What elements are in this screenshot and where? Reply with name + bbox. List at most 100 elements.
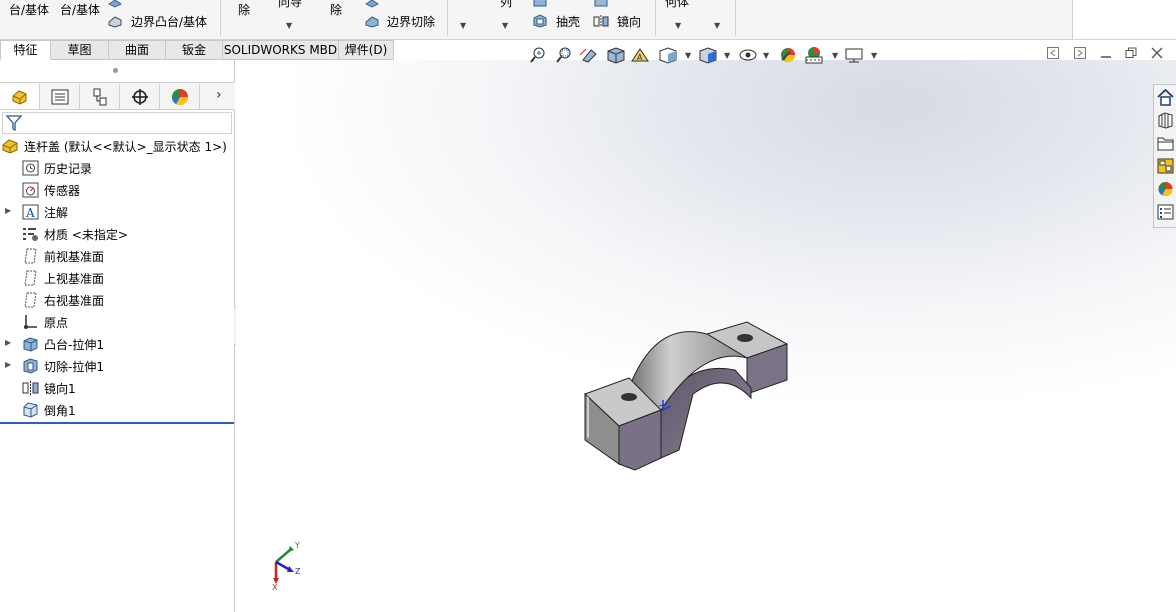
mirror-button[interactable]: 镜向 [617,15,641,29]
previous-view-icon[interactable] [579,48,597,63]
wrap-icon[interactable] [593,0,609,8]
display-manager-icon [171,88,188,105]
material-icon [23,228,38,241]
part-name-label: 连杆盖 (默认<<默认>_显示状态 1>) [24,139,227,154]
tab-mbd[interactable]: SOLIDWORKS MBD [223,40,339,60]
ribbon-label-revolve-cut[interactable]: 除 [330,3,342,17]
tree-item-right-plane[interactable]: 右视基准面 [22,290,104,310]
tree-item-boss-extrude1[interactable]: 凸台-拉伸1 [22,334,104,354]
annotation-icon: A [22,204,39,220]
chamfer-icon [23,402,38,418]
command-manager-ribbon: 台/基体 台/基体 边界凸台/基体 除 向导 ▼ 除 边界切除 ▼ 列 ▼ 抽壳… [0,0,1176,40]
tree-item-history[interactable]: 历史记录 [22,158,92,178]
tab-property-manager[interactable] [40,84,80,109]
mirror-icon [22,381,39,395]
tree-item-annotations[interactable]: A 注解 [22,202,68,222]
tab-sketch[interactable]: 草图 [51,40,109,60]
filter-icon [5,115,23,132]
minimize-icon[interactable] [1100,47,1112,59]
ribbon-label-boss-base[interactable]: 台/基体 [9,3,49,17]
dimxpert-icon [131,88,148,105]
tab-dimxpert-manager[interactable] [120,84,160,109]
section-view-icon[interactable] [607,47,625,64]
origin-icon [24,315,37,329]
sensor-icon [22,182,39,198]
mirror-icon[interactable] [593,14,609,28]
tree-item-mirror1[interactable]: 镜向1 [22,378,76,398]
triad-y-label: Y [294,541,300,550]
heads-up-view-toolbar: A ▼ ▼ ▼ ▼ ▼ [530,47,878,64]
configuration-manager-icon [93,88,106,105]
svg-text:▼: ▼ [832,51,839,60]
feature-manager-icon [12,89,26,105]
tree-item-top-plane[interactable]: 上视基准面 [22,268,104,288]
ribbon-label-linear-pattern[interactable]: 列 [500,0,512,9]
plane-icon [24,270,37,286]
view-settings-icon[interactable] [845,48,863,63]
svg-text:A: A [25,206,35,220]
dynamic-annotation-icon[interactable]: A [631,48,649,62]
viewport-previous-icon[interactable] [1047,47,1059,59]
zoom-to-area-icon[interactable] [556,47,571,63]
ribbon-label-cut-extrude[interactable]: 除 [238,3,250,17]
draft-icon[interactable] [532,0,548,8]
svg-text:▼: ▼ [724,51,731,60]
panel-grip[interactable] [113,68,118,73]
hide-show-items-icon[interactable] [739,49,757,61]
boss-extrude-icon [23,337,38,352]
ribbon-label-hole-wizard[interactable]: 向导 [278,0,302,9]
boundary-cut-icon[interactable] [364,14,380,28]
tab-features[interactable]: 特征 [0,40,51,60]
custom-properties-icon[interactable] [1156,202,1175,222]
zoom-to-fit-icon[interactable] [530,47,545,63]
restore-icon[interactable] [1125,47,1137,59]
ribbon-label-revolve-boss[interactable]: 台/基体 [60,3,100,17]
tab-weldments[interactable]: 焊件(D) [339,40,394,60]
view-palette-icon[interactable] [1156,156,1175,176]
feature-manager-panel: › 连杆盖 (默认<<默认>_显示状态 1>) 历史记录 传感器 ▶ A 注解 … [0,60,235,612]
apply-scene-icon[interactable] [805,47,823,64]
triad-x-label: X [272,583,278,590]
tree-item-origin[interactable]: 原点 [22,312,68,332]
appearances-scenes-icon[interactable] [1156,179,1175,199]
property-manager-icon [51,89,68,104]
loft-cut-icon[interactable] [364,0,380,8]
tab-surfaces[interactable]: 曲面 [109,40,166,60]
viewport-next-icon[interactable] [1074,47,1086,59]
edit-appearance-icon[interactable] [781,48,796,63]
svg-text:▼: ▼ [871,51,878,60]
loft-boss-icon[interactable] [107,0,123,8]
boundary-cut-button[interactable]: 边界切除 [387,15,435,29]
file-explorer-icon[interactable] [1156,133,1175,153]
task-pane-tabs [1153,84,1176,228]
tree-item-sensors[interactable]: 传感器 [22,180,80,200]
svg-text:A: A [637,53,643,62]
tree-item-chamfer1[interactable]: 倒角1 [22,400,76,420]
shell-icon[interactable] [532,14,548,28]
ribbon-label-reference-geometry[interactable]: 何体 [665,0,689,9]
tree-item-material[interactable]: 材质 <未指定> [22,224,128,244]
tree-item-front-plane[interactable]: 前视基准面 [22,246,104,266]
tab-display-manager[interactable] [160,84,200,109]
view-orientation-icon[interactable] [659,47,677,64]
close-icon[interactable] [1151,47,1163,59]
tab-configuration-manager[interactable] [80,84,120,109]
boundary-boss-button[interactable]: 边界凸台/基体 [131,15,207,29]
part-model[interactable] [575,310,795,480]
svg-text:▼: ▼ [685,51,692,60]
tab-feature-manager[interactable] [0,84,40,109]
more-tabs-chevron-icon[interactable]: › [216,87,222,103]
rollback-bar[interactable] [0,422,234,424]
display-style-icon[interactable] [699,47,717,64]
tree-item-cut-extrude1[interactable]: 切除-拉伸1 [22,356,104,376]
shell-button[interactable]: 抽壳 [556,15,580,29]
plane-icon [24,292,37,308]
design-library-icon[interactable] [1156,110,1175,130]
boundary-boss-icon[interactable] [107,14,123,28]
tab-sheet-metal[interactable]: 钣金 [166,40,223,60]
triad-z-label: Z [295,567,301,576]
tree-filter[interactable] [2,112,232,134]
home-icon[interactable] [1156,87,1175,107]
cut-extrude-icon [23,358,38,374]
tree-root-part[interactable]: 连杆盖 (默认<<默认>_显示状态 1>) [2,136,227,156]
